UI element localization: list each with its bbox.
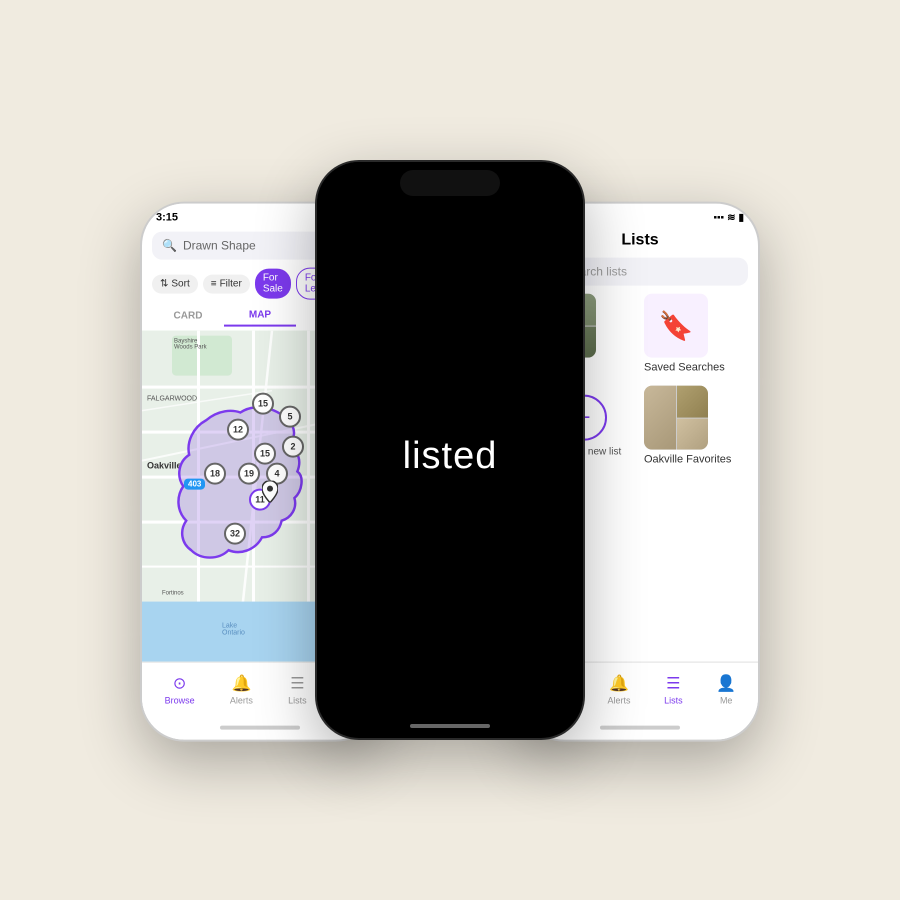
cluster-15a: 15 — [252, 393, 274, 415]
nav-browse[interactable]: ⊙ Browse — [165, 673, 195, 705]
dynamic-island — [400, 170, 500, 196]
filter-icon: ≡ — [211, 278, 217, 289]
lists-label-right: Lists — [664, 695, 683, 705]
fortinos-label: Fortinos — [162, 591, 184, 597]
map-pin — [262, 481, 278, 508]
browse-label: Browse — [165, 695, 195, 705]
search-text: Drawn Shape — [183, 239, 256, 253]
signal-icon-right: ▪▪▪ — [713, 212, 724, 223]
lists-icon: ☰ — [290, 673, 304, 693]
nav-lists-right[interactable]: ☰ Lists — [664, 673, 683, 705]
home-bar-right — [600, 726, 680, 730]
home-indicator-center — [410, 714, 490, 738]
cluster-5: 5 — [279, 406, 301, 428]
listed-logo: listed — [403, 435, 498, 478]
notch-bar-center — [317, 162, 583, 198]
screen-content-center: listed — [317, 198, 583, 714]
sort-icon: ⇅ — [160, 278, 168, 289]
lists-label: Lists — [288, 695, 307, 705]
lists-icon-right: ☰ — [666, 673, 680, 693]
highway-badge: 403 — [184, 479, 205, 490]
oakville-label: Oakville Favorites — [644, 454, 748, 466]
lake-label: LakeOntario — [222, 623, 245, 637]
browse-icon: ⊙ — [173, 673, 186, 693]
cluster-15b: 15 — [254, 443, 276, 465]
time-left: 3:15 — [156, 212, 178, 224]
filter-label: Filter — [220, 278, 242, 289]
battery-icon-right: ▮ — [738, 212, 744, 223]
nav-alerts[interactable]: 🔔 Alerts — [230, 673, 253, 705]
falgarwood-label: FALGARWOOD — [147, 396, 197, 403]
cluster-32: 32 — [224, 523, 246, 545]
park-label-1: BayshireWoods Park — [174, 339, 207, 351]
map-tab[interactable]: MAP — [224, 306, 296, 327]
cluster-12: 12 — [227, 419, 249, 441]
me-icon-right: 👤 — [716, 673, 736, 693]
oakville-favorites-item[interactable]: Oakville Favorites — [644, 386, 748, 466]
nav-alerts-right[interactable]: 🔔 Alerts — [607, 673, 630, 705]
home-bar — [220, 726, 300, 730]
for-sale-button[interactable]: For Sale — [255, 269, 291, 299]
sort-label: Sort — [171, 278, 189, 289]
status-icons-right: ▪▪▪ ≋ ▮ — [713, 212, 744, 223]
oakville-thumb-2 — [677, 386, 709, 418]
nav-me-right[interactable]: 👤 Me — [716, 673, 736, 705]
alerts-icon-right: 🔔 — [609, 673, 629, 693]
sort-button[interactable]: ⇅ Sort — [152, 274, 198, 293]
cluster-19: 19 — [238, 463, 260, 485]
wifi-icon-right: ≋ — [727, 212, 735, 223]
card-tab[interactable]: CARD — [152, 307, 224, 326]
nav-lists[interactable]: ☰ Lists — [288, 673, 307, 705]
for-sale-label: For Sale — [263, 273, 283, 295]
alerts-label-right: Alerts — [607, 695, 630, 705]
filter-button[interactable]: ≡ Filter — [203, 274, 250, 293]
alerts-label: Alerts — [230, 695, 253, 705]
saved-searches-label: Saved Searches — [644, 362, 748, 374]
home-bar-dark — [410, 724, 490, 728]
search-icon-left: 🔍 — [162, 239, 177, 253]
saved-searches-icon: 🔖 — [659, 309, 694, 342]
saved-searches-item[interactable]: 🔖 Saved Searches — [644, 294, 748, 374]
oakville-label: Oakville — [147, 461, 182, 471]
saved-searches-icon-box: 🔖 — [644, 294, 708, 358]
cluster-2: 2 — [282, 436, 304, 458]
oakville-thumb — [644, 386, 708, 450]
oakville-thumb-1 — [644, 386, 676, 450]
header-title: Lists — [621, 232, 658, 250]
me-label-right: Me — [720, 695, 733, 705]
alerts-icon: 🔔 — [231, 673, 251, 693]
phone-center: listed — [315, 160, 585, 740]
scene: 3:15 ▪▪▪ ≋ ▮ 🔍 Drawn Shape × ⇅ Sort ≡ Fi… — [40, 60, 860, 840]
cluster-18: 18 — [204, 463, 226, 485]
oakville-thumb-3 — [677, 418, 709, 450]
